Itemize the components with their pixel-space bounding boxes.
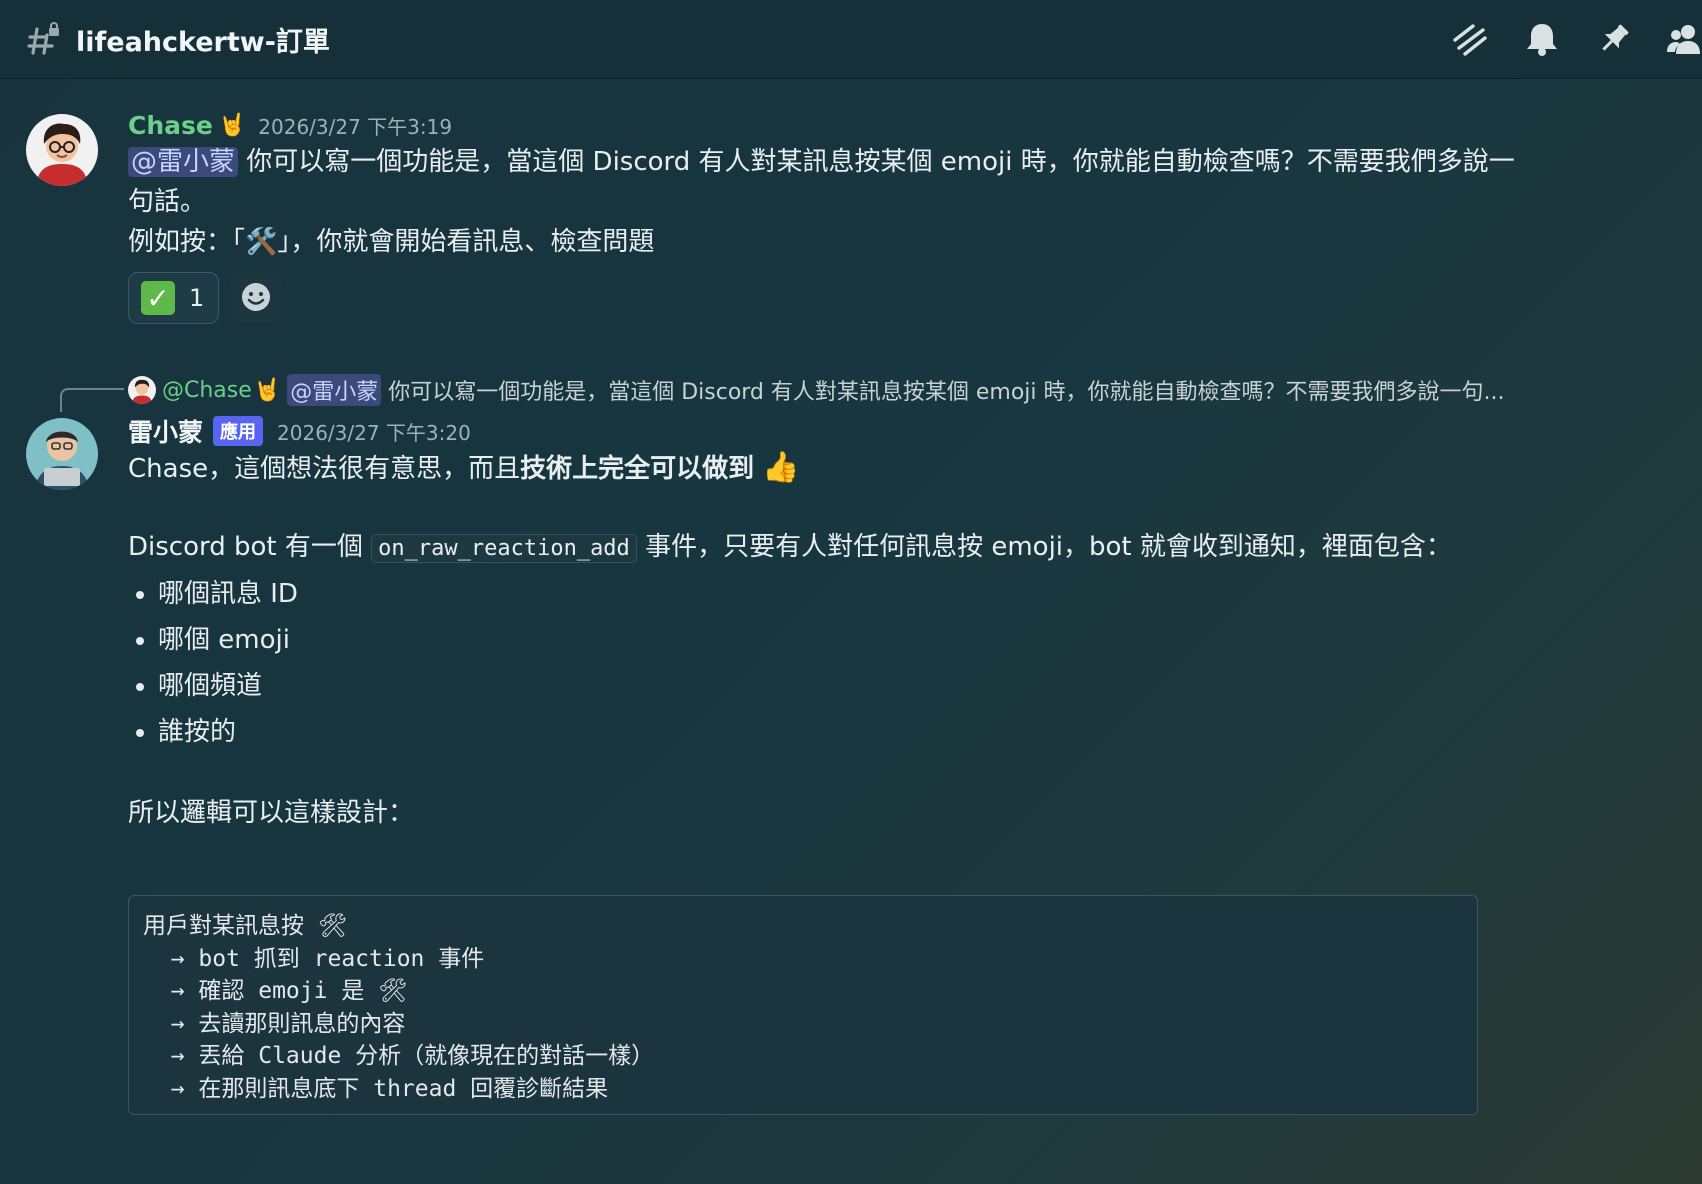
channel-header: lifeahckertw-訂單 — [0, 0, 1702, 79]
bullet-list: 哪個訊息 ID 哪個 emoji 哪個頻道 誰按的 — [128, 571, 1642, 755]
reply-preview[interactable]: @Chase 🤘 @雷小蒙 你可以寫一個功能是，當這個 Discord 有人對某… — [128, 372, 1662, 408]
timestamp: 2026/3/27 下午3:19 — [258, 114, 453, 139]
list-item: 哪個 emoji — [158, 617, 1642, 663]
code-line: → 確認 emoji 是 🛠 — [143, 978, 408, 1004]
reaction-count: 1 — [189, 284, 205, 312]
list-item: 誰按的 — [158, 709, 1642, 755]
username-bot[interactable]: 雷小蒙 — [128, 413, 203, 449]
pin-icon[interactable] — [1594, 19, 1634, 59]
message-text: Chase，這個想法很有意思，而且技術上完全可以做到 👍 — [128, 450, 800, 485]
code-line: 用戶對某訊息按 🛠 — [143, 913, 348, 939]
reply-connector — [60, 388, 124, 412]
check-mark-icon: ✓ — [141, 281, 175, 315]
reply-mention[interactable]: @雷小蒙 — [287, 374, 382, 406]
reaction-check[interactable]: ✓ 1 — [128, 272, 220, 324]
reply-author[interactable]: @Chase — [162, 378, 252, 403]
username-chase[interactable]: Chase — [128, 111, 213, 140]
avatar-chase[interactable] — [26, 114, 98, 186]
list-item: 哪個頻道 — [158, 663, 1642, 709]
hashtag-lock-icon — [26, 21, 62, 57]
code-line: → 丟給 Claude 分析（就像現在的對話一樣） — [143, 1043, 655, 1069]
threads-icon[interactable] — [1450, 19, 1490, 59]
author-emoji: 🤘 — [218, 112, 247, 138]
event-paragraph: Discord bot 有一個 on_raw_reaction_add 事件，只… — [128, 532, 1452, 563]
code-line: → bot 抓到 reaction 事件 — [143, 945, 485, 972]
code-line: → 去讀那則訊息的內容 — [143, 1010, 406, 1037]
code-block: 用戶對某訊息按 🛠 → bot 抓到 reaction 事件 → 確認 emoj… — [128, 895, 1478, 1115]
logic-intro: 所以邏輯可以這樣設計： — [128, 798, 415, 828]
smiley-icon — [242, 283, 271, 311]
add-reaction-button[interactable] — [231, 272, 282, 322]
thumbs-up-emoji: 👍 — [762, 450, 800, 485]
reply-text: 你可以寫一個功能是，當這個 Discord 有人對某訊息按某個 emoji 時，… — [381, 380, 1505, 405]
mini-avatar-chase — [128, 376, 156, 404]
channel-name: lifeahckertw-訂單 — [76, 26, 330, 58]
members-icon[interactable] — [1666, 19, 1702, 59]
avatar-bot[interactable] — [26, 418, 98, 490]
app-badge: 應用 — [213, 416, 264, 446]
message-text: @雷小蒙 你可以寫一個功能是，當這個 Discord 有人對某訊息按某個 emo… — [128, 147, 1515, 257]
timestamp: 2026/3/27 下午3:20 — [277, 420, 471, 445]
mention[interactable]: @雷小蒙 — [128, 147, 239, 177]
code-line: → 在那則訊息底下 thread 回覆診斷結果 — [143, 1075, 609, 1102]
inline-code: on_raw_reaction_add — [371, 534, 637, 563]
list-item: 哪個訊息 ID — [158, 571, 1642, 617]
bell-icon[interactable] — [1522, 19, 1562, 59]
